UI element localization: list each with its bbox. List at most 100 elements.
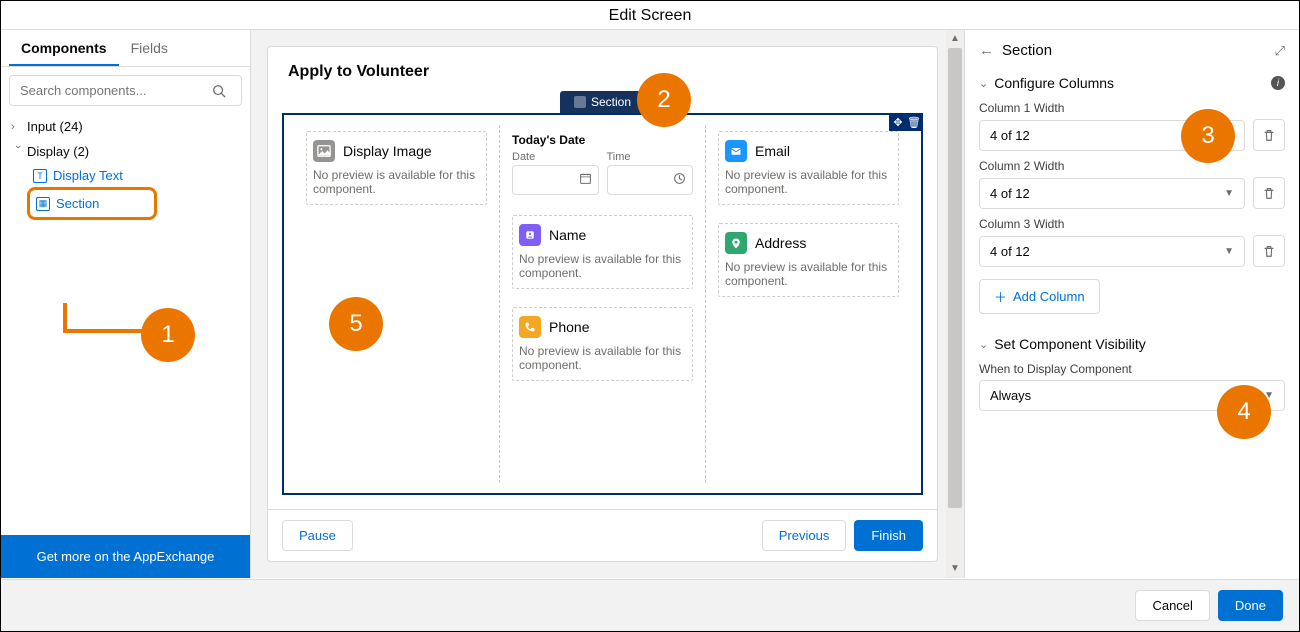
section-tab-label: Section [591, 95, 631, 109]
search-components [9, 75, 242, 106]
date-label: Date [512, 151, 599, 163]
dropdown-icon: ▼ [1224, 246, 1234, 257]
scroll-thumb[interactable] [948, 48, 962, 508]
select-value: Always [990, 388, 1031, 403]
when-label: When to Display Component [979, 362, 1285, 376]
component-title: Email [755, 143, 790, 159]
left-tabs: Components Fields [1, 30, 250, 67]
component-address[interactable]: Address No preview is available for this… [718, 223, 899, 297]
canvas-footer: Pause Previous Finish [268, 509, 937, 561]
component-title: Today's Date [512, 133, 693, 147]
app-exchange-button[interactable]: Get more on the AppExchange [1, 535, 250, 578]
section-actions: ✥ 🗑 [889, 113, 923, 131]
no-preview-text: No preview is available for this compone… [313, 168, 480, 196]
section-body[interactable]: ✥ 🗑 Display Image [282, 113, 923, 495]
section-tab-icon [574, 96, 586, 108]
tab-components[interactable]: Components [9, 30, 119, 66]
tree-item-display-text[interactable]: T Display Text [31, 164, 244, 187]
components-panel: Components Fields › Input (24) › Display… [1, 30, 251, 578]
properties-title: Section [1002, 42, 1052, 59]
no-preview-text: No preview is available for this compone… [519, 252, 686, 280]
dropdown-icon: ▼ [1224, 130, 1234, 141]
modal-footer: Cancel Done [1, 579, 1299, 631]
select-value: 4 of 12 [990, 186, 1030, 201]
tree-group-input[interactable]: › Input (24) [7, 114, 244, 139]
column-2-label: Column 2 Width [979, 159, 1285, 173]
component-title: Name [549, 227, 586, 243]
screen-canvas: Apply to Volunteer Section ✥ 🗑 [267, 46, 938, 562]
section-icon: ▦ [36, 197, 50, 211]
properties-panel: ← Section ⤢ ⌄ Configure Columns i Column… [964, 30, 1299, 578]
section-tab[interactable]: Section [560, 91, 645, 113]
delete-icon[interactable]: 🗑 [907, 115, 921, 129]
tree-item-section[interactable]: ▦ Section [34, 192, 150, 215]
info-icon[interactable]: i [1271, 76, 1285, 90]
expand-icon[interactable]: ⤢ [1275, 43, 1285, 59]
component-tree: › Input (24) › Display (2) T Display Tex… [1, 114, 250, 220]
image-icon [313, 140, 335, 162]
component-phone[interactable]: Phone No preview is available for this c… [512, 307, 693, 381]
back-icon[interactable]: ← [979, 42, 994, 59]
dropdown-icon: ▼ [1224, 188, 1234, 199]
tree-input-label: Input (24) [27, 119, 83, 134]
chevron-down-icon: ⌄ [979, 77, 988, 90]
tree-group-display[interactable]: › Display (2) [7, 139, 244, 164]
column-3-label: Column 3 Width [979, 217, 1285, 231]
delete-column-2[interactable] [1253, 177, 1285, 209]
tab-fields[interactable]: Fields [119, 30, 180, 66]
time-input[interactable] [607, 165, 694, 195]
person-icon [519, 224, 541, 246]
column-3-select[interactable]: 4 of 12 ▼ [979, 236, 1245, 267]
visibility-toggle[interactable]: ⌄ Set Component Visibility [979, 336, 1285, 352]
tree-item-label: Display Text [53, 168, 123, 183]
component-title: Display Image [343, 143, 432, 159]
calendar-icon [579, 172, 592, 188]
column-2-select[interactable]: 4 of 12 ▼ [979, 178, 1245, 209]
move-icon[interactable]: ✥ [891, 115, 905, 129]
display-text-icon: T [33, 169, 47, 183]
done-button[interactable]: Done [1218, 590, 1283, 621]
pause-button[interactable]: Pause [282, 520, 353, 551]
screen-title: Apply to Volunteer [268, 47, 937, 91]
component-display-image[interactable]: Display Image No preview is available fo… [306, 131, 487, 205]
delete-column-1[interactable] [1253, 119, 1285, 151]
main-layout: Components Fields › Input (24) › Display… [1, 29, 1299, 578]
location-icon [725, 232, 747, 254]
component-title: Address [755, 235, 806, 251]
component-name[interactable]: Name No preview is available for this co… [512, 215, 693, 289]
chevron-down-icon: ⌄ [979, 338, 988, 351]
chevron-down-icon: › [12, 145, 24, 159]
section-column-3[interactable]: Email No preview is available for this c… [706, 125, 911, 483]
canvas-scrollbar[interactable]: ▲ ▼ [946, 30, 964, 578]
scroll-down-icon[interactable]: ▼ [946, 560, 964, 578]
component-title: Phone [549, 319, 589, 335]
cancel-button[interactable]: Cancel [1135, 590, 1209, 621]
tree-item-label: Section [56, 196, 99, 211]
section-column-1[interactable]: Display Image No preview is available fo… [294, 125, 500, 483]
previous-button[interactable]: Previous [762, 520, 847, 551]
clock-icon [673, 172, 686, 188]
canvas-area: Apply to Volunteer Section ✥ 🗑 [251, 30, 964, 578]
delete-column-3[interactable] [1253, 235, 1285, 267]
plus-icon: ＋ [994, 287, 1007, 306]
section-column-2[interactable]: Today's Date Date Tim [500, 125, 706, 483]
callout-1-connector-h [63, 329, 153, 333]
scroll-up-icon[interactable]: ▲ [946, 30, 964, 48]
component-todays-date[interactable]: Today's Date Date Tim [512, 131, 693, 197]
visibility-label: Set Component Visibility [994, 336, 1145, 352]
add-column-button[interactable]: ＋ Add Column [979, 279, 1100, 314]
when-select[interactable]: Always ▼ [979, 380, 1285, 411]
finish-button[interactable]: Finish [854, 520, 923, 551]
no-preview-text: No preview is available for this compone… [725, 168, 892, 196]
search-input[interactable] [9, 75, 242, 106]
email-icon [725, 140, 747, 162]
phone-icon [519, 316, 541, 338]
component-email[interactable]: Email No preview is available for this c… [718, 131, 899, 205]
select-value: 4 of 12 [990, 244, 1030, 259]
column-1-select[interactable]: 4 of 12 ▼ [979, 120, 1245, 151]
date-input[interactable] [512, 165, 599, 195]
configure-columns-toggle[interactable]: ⌄ Configure Columns i [979, 75, 1285, 91]
modal-title: Edit Screen [1, 1, 1299, 29]
column-1-label: Column 1 Width [979, 101, 1285, 115]
no-preview-text: No preview is available for this compone… [725, 260, 892, 288]
